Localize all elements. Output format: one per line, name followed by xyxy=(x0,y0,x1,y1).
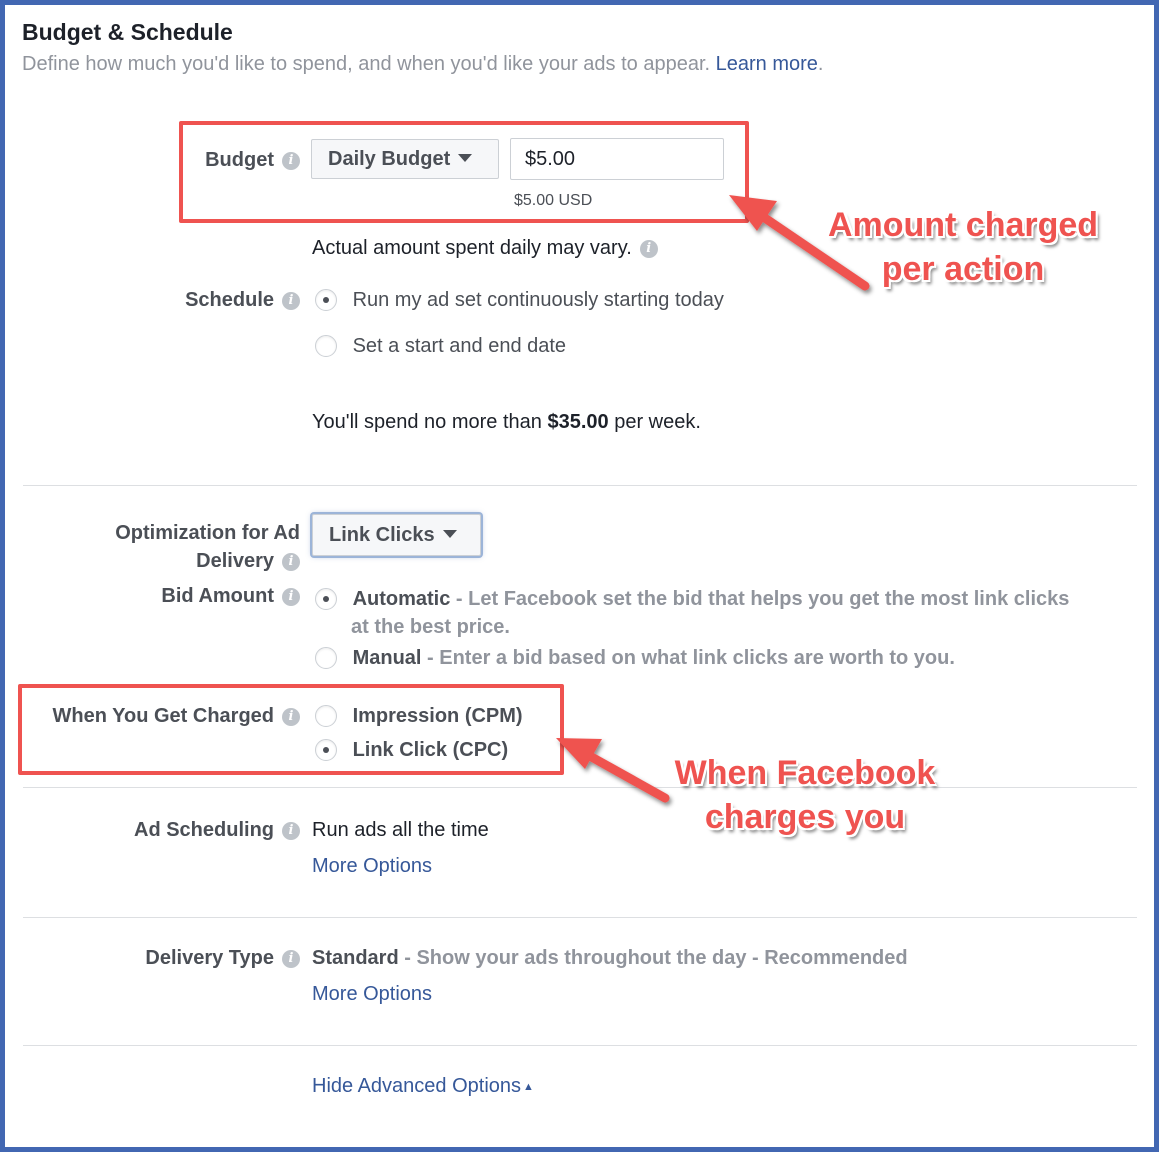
annotation-line: When Facebook xyxy=(674,754,936,792)
annotation-line: Amount charged xyxy=(827,206,1099,244)
arrow-icon xyxy=(556,738,670,803)
annotation-arrows xyxy=(556,195,870,803)
annotation-amount-charged: Amount charged per action xyxy=(813,203,1113,291)
budget-schedule-panel: Budget & Schedule Define how much you'd … xyxy=(0,0,1159,1152)
annotation-line: charges you xyxy=(704,798,906,836)
annotation-when-charged: When Facebook charges you xyxy=(655,751,955,839)
annotation-line: per action xyxy=(881,250,1045,288)
